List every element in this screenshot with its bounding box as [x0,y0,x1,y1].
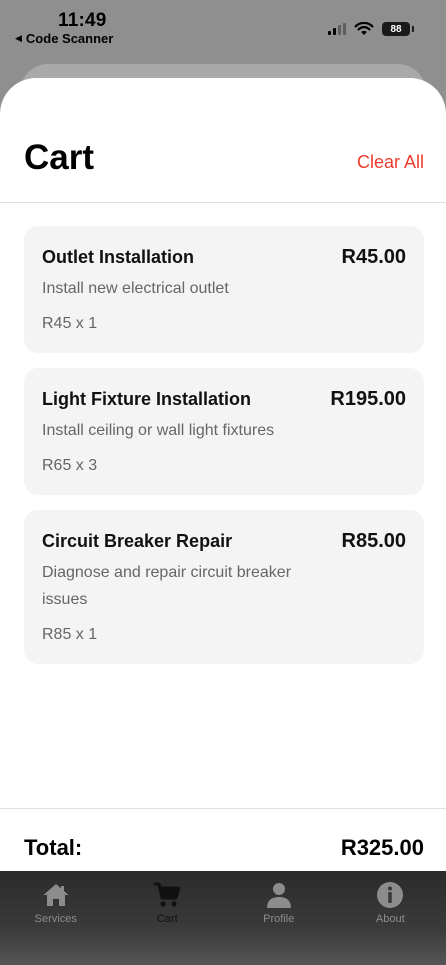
tab-about[interactable]: About [335,871,446,965]
tab-bar: Services Cart Profile About [0,871,446,965]
battery-icon: 88 [382,22,414,36]
info-icon [377,882,404,908]
item-price: R195.00 [330,388,406,410]
home-icon [43,884,69,906]
tab-profile[interactable]: Profile [223,871,335,965]
status-icons: 88 [328,22,414,36]
cellular-signal-icon [328,23,346,35]
item-name: Outlet Installation [42,247,195,267]
back-app-label: Code Scanner [25,31,114,46]
clear-all-button[interactable]: Clear All [357,152,424,173]
item-name: Circuit Breaker Repair [42,531,233,551]
item-quantity: R65 x 3 [42,457,98,474]
cart-item-list: Outlet Installation R45.00 Install new e… [24,226,424,679]
item-description: Install ceiling or wall light fixtures [42,422,275,439]
cart-item[interactable]: Circuit Breaker Repair R85.00 Diagnose a… [24,510,424,664]
total-bar: Total: R325.00 [0,808,446,878]
total-value: R325.00 [340,835,424,860]
cart-item[interactable]: Light Fixture Installation R195.00 Insta… [24,368,424,495]
status-bar: 11:49 ◀ Code Scanner 88 [0,0,446,50]
tab-label: Cart [156,913,178,925]
page-title: Cart [24,138,95,177]
tab-label: About [375,913,405,925]
wifi-icon [354,22,374,35]
total-label: Total: [24,835,83,860]
status-time: 11:49 [58,10,107,31]
battery-level: 88 [390,23,402,35]
back-triangle-icon: ◀ [15,33,22,43]
tab-label: Profile [263,913,295,925]
tab-label: Services [34,913,77,925]
cart-header: Cart Clear All [0,78,446,203]
person-icon [266,883,291,908]
tab-cart[interactable]: Cart [112,871,224,965]
item-description: Install new electrical outlet [42,280,229,297]
cart-icon [154,882,181,907]
item-name: Light Fixture Installation [42,389,252,409]
item-quantity: R45 x 1 [42,315,98,332]
item-quantity: R85 x 1 [42,626,98,643]
tab-services[interactable]: Services [0,871,112,965]
item-price: R85.00 [341,530,407,552]
cart-sheet: Cart Clear All Outlet Installation R45.0… [0,78,446,965]
item-price: R45.00 [341,246,407,268]
item-description: Diagnose and repair circuit breaker issu… [42,564,292,608]
cart-item[interactable]: Outlet Installation R45.00 Install new e… [24,226,424,353]
back-to-app-link[interactable]: ◀ Code Scanner [15,31,113,46]
